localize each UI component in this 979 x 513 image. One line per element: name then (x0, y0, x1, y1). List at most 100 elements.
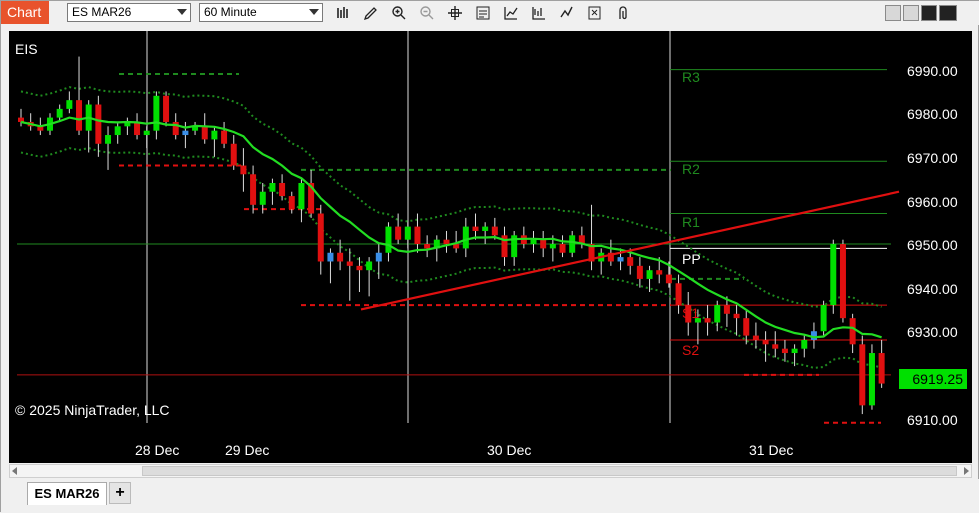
tab-bar: ES MAR26 + (1, 479, 979, 513)
templates-icon[interactable] (557, 3, 577, 23)
x-tick: 29 Dec (225, 442, 270, 458)
y-tick: 6910.00 (907, 412, 958, 428)
candle-body (143, 130, 150, 136)
candle-body (250, 174, 257, 205)
properties-icon[interactable] (473, 3, 493, 23)
candle-body (95, 104, 102, 144)
candle-body (878, 353, 885, 384)
x-tick: 31 Dec (749, 442, 794, 458)
lower-band-line (20, 147, 882, 369)
candle-body (772, 344, 779, 349)
candle-body (66, 100, 73, 109)
candle-body (114, 126, 121, 136)
candle-body (201, 126, 208, 140)
candle-body (327, 252, 334, 262)
draw-tool-icon[interactable] (361, 3, 381, 23)
y-tick: 6930.00 (907, 324, 958, 340)
candle-body (337, 252, 344, 262)
strategies-icon[interactable] (529, 3, 549, 23)
copyright-text: © 2025 NinjaTrader, LLC (15, 402, 170, 418)
attach-icon[interactable] (613, 3, 633, 23)
candle-body (298, 183, 305, 210)
pivot-label-r1: R1 (682, 214, 700, 230)
instrument-selector[interactable]: ES MAR26 (67, 3, 191, 22)
scroll-thumb[interactable] (142, 466, 957, 476)
y-tick: 6960.00 (907, 194, 958, 210)
candle-body (540, 239, 547, 249)
candle-body (375, 252, 382, 262)
candle-body (182, 130, 189, 136)
candle-body (279, 183, 286, 197)
scroll-left-icon[interactable] (12, 467, 17, 475)
x-tick: 28 Dec (135, 442, 180, 458)
candle-body (859, 344, 866, 406)
candle-body (627, 257, 634, 266)
candle-body (530, 239, 537, 245)
candle-body (723, 305, 730, 314)
bars-type-icon[interactable] (333, 3, 353, 23)
chevron-down-icon (309, 9, 319, 15)
candle-body (395, 226, 402, 240)
zoom-out-icon[interactable] (417, 3, 437, 23)
pivot-label-s1: S1 (682, 305, 700, 321)
x-tick: 30 Dec (487, 442, 532, 458)
candle-body (482, 226, 489, 231)
candle-body (752, 335, 759, 340)
candle-body (656, 270, 663, 275)
candle-body (569, 235, 576, 253)
candle-body (675, 283, 682, 306)
candle-body (269, 183, 276, 192)
candle-body (665, 274, 672, 284)
chevron-down-icon (177, 9, 187, 15)
candle-body (849, 318, 856, 345)
candle-body (317, 213, 324, 262)
minimize-icon[interactable] (903, 5, 919, 21)
candle-body (714, 305, 721, 323)
zoom-in-icon[interactable] (389, 3, 409, 23)
price-chart[interactable]: EIS © 2025 NinjaTrader, LLC 6990.00 6980… (9, 31, 972, 463)
horizontal-scrollbar[interactable] (9, 464, 972, 478)
add-tab-button[interactable]: + (109, 482, 131, 504)
candle-body (491, 226, 498, 236)
crosshair-icon[interactable] (445, 3, 465, 23)
instrument-label: EIS (15, 41, 38, 57)
indicators-icon[interactable] (501, 3, 521, 23)
maximize-icon[interactable] (921, 5, 937, 21)
candle-body (820, 305, 827, 332)
candle-body (646, 270, 653, 279)
tab-es-mar26[interactable]: ES MAR26 (27, 482, 107, 505)
pivot-label-s2: S2 (682, 342, 700, 358)
candle-body (18, 117, 24, 122)
candle-body (868, 353, 875, 406)
y-tick: 6990.00 (907, 63, 958, 79)
candle-body (743, 318, 750, 336)
trend-line (360, 190, 900, 311)
candle-body (221, 130, 228, 144)
close-icon[interactable] (939, 5, 957, 21)
candle-body (385, 226, 392, 253)
candle-body (346, 261, 353, 266)
data-box-icon[interactable] (585, 3, 605, 23)
y-tick: 6950.00 (907, 237, 958, 253)
candle-body (211, 130, 218, 140)
candle-body (559, 244, 566, 253)
candle-body (549, 244, 556, 249)
candle-body (830, 244, 837, 306)
candle-body (839, 244, 846, 319)
candle-body (443, 239, 450, 245)
candle-body (105, 135, 112, 144)
app-menu-button[interactable]: Chart (1, 1, 49, 24)
scroll-right-icon[interactable] (964, 467, 969, 475)
chart-window: Chart ES MAR26 60 Minute EIS © 2025 Ninj… (0, 0, 979, 513)
restore-icon[interactable] (885, 5, 901, 21)
candle-body (56, 108, 63, 118)
candle-body (472, 226, 479, 231)
instrument-value: ES MAR26 (72, 5, 132, 19)
candle-body (617, 257, 624, 262)
interval-selector[interactable]: 60 Minute (199, 3, 323, 22)
candle-body (781, 348, 788, 354)
candle-body (134, 121, 141, 136)
candle-body (76, 100, 83, 131)
chart-plot (17, 31, 900, 424)
interval-value: 60 Minute (204, 5, 257, 19)
